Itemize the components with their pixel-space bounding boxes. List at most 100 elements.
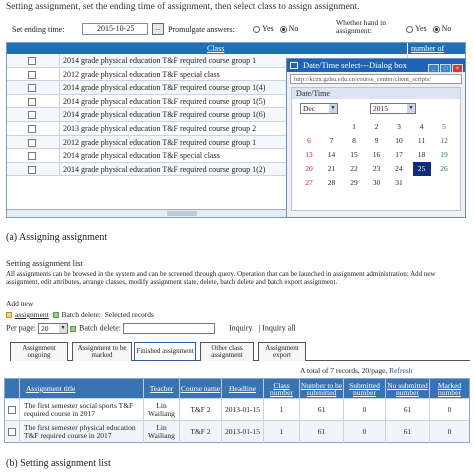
calendar-day[interactable]: 26 bbox=[435, 162, 453, 176]
column-header[interactable]: Marked number bbox=[429, 379, 469, 398]
refresh-link[interactable]: Refresh bbox=[389, 366, 412, 375]
row-checkbox[interactable] bbox=[8, 406, 16, 414]
calendar-day[interactable]: 3 bbox=[390, 120, 408, 134]
tab-assignment-ongoing[interactable]: Assignment ongoing bbox=[10, 342, 68, 361]
dialog-title-bar[interactable]: Date/Time select---Dialog box _ □ × bbox=[287, 59, 465, 73]
calendar-day[interactable]: 31 bbox=[390, 176, 408, 190]
class-column-header[interactable]: Class bbox=[207, 44, 224, 53]
calendar-day[interactable]: 28 bbox=[323, 176, 341, 190]
assignment-table: Assignment title Teacher Course name Headli… bbox=[4, 378, 470, 443]
calendar-day[interactable]: 4 bbox=[413, 120, 431, 134]
calendar-day[interactable]: 7 bbox=[323, 134, 341, 148]
whether-hand-in-label: Whether hand in assignment: bbox=[336, 18, 386, 35]
chevron-down-icon: ▼ bbox=[329, 104, 337, 113]
promulgate-no-radio[interactable] bbox=[279, 25, 287, 33]
cell-headline: 2013-01-15 bbox=[221, 421, 263, 443]
calendar-day[interactable]: 27 bbox=[300, 176, 318, 190]
calendar-button[interactable]: ... bbox=[152, 23, 164, 35]
class-checkbox[interactable] bbox=[28, 57, 36, 65]
row-checkbox[interactable] bbox=[8, 428, 16, 436]
tab-other-class-assignment[interactable]: Other class assignment bbox=[200, 342, 254, 361]
minimize-icon[interactable]: _ bbox=[428, 64, 439, 73]
tab-assignment-export[interactable]: Assignment export bbox=[258, 342, 306, 361]
cell-marked: 0 bbox=[429, 399, 469, 421]
calendar-day[interactable]: 14 bbox=[323, 148, 341, 162]
column-header[interactable]: Headline bbox=[221, 379, 263, 398]
calendar-day[interactable]: 21 bbox=[323, 162, 341, 176]
class-checkbox[interactable] bbox=[28, 111, 36, 120]
calendar-day[interactable]: 8 bbox=[345, 134, 363, 148]
add-new-line2[interactable]: assignment bbox=[15, 310, 49, 319]
calendar-day[interactable]: 2 bbox=[368, 120, 386, 134]
calendar-day[interactable]: 22 bbox=[345, 162, 363, 176]
promulgate-yes-radio[interactable] bbox=[253, 25, 260, 33]
column-header[interactable]: No submitted number bbox=[385, 379, 429, 398]
ending-time-input[interactable]: 2015-10-25 bbox=[82, 23, 148, 35]
year-select[interactable]: 2015 ▼ bbox=[370, 103, 416, 114]
column-header[interactable]: Number to be submitted bbox=[299, 379, 343, 398]
cell-teacher: Lin Wailiang bbox=[143, 421, 179, 443]
tab-finished-assignment[interactable]: Finished assignment bbox=[134, 342, 196, 361]
class-checkbox[interactable] bbox=[28, 138, 36, 147]
calendar-day[interactable]: 18 bbox=[413, 148, 431, 162]
cell-title[interactable]: The first semester physical education T&… bbox=[19, 421, 143, 443]
calendar-day[interactable]: 29 bbox=[345, 176, 363, 190]
calendar-day[interactable]: 5 bbox=[435, 120, 453, 134]
ending-time-row: Set ending time: 2015-10-25 ... Promulga… bbox=[6, 18, 464, 40]
close-icon[interactable]: × bbox=[452, 64, 463, 73]
calendar-day[interactable]: 23 bbox=[368, 162, 386, 176]
selected-records-link[interactable]: Selected records bbox=[105, 310, 154, 319]
class-checkbox[interactable] bbox=[28, 152, 36, 161]
class-checkbox[interactable] bbox=[28, 97, 36, 106]
calendar-day[interactable]: 17 bbox=[390, 148, 408, 162]
class-name: 2014 grade physical education T&F requir… bbox=[63, 110, 266, 120]
class-checkbox[interactable] bbox=[28, 165, 36, 174]
per-page-select[interactable]: 20 ▼ bbox=[38, 323, 68, 334]
calendar-day[interactable]: 11 bbox=[413, 134, 431, 148]
calendar-day[interactable]: 19 bbox=[435, 148, 453, 162]
cell-class-number: 1 bbox=[263, 421, 299, 443]
list-description: All assignments can be browsed in the sy… bbox=[6, 270, 436, 286]
cell-to-submit: 61 bbox=[299, 399, 343, 421]
calendar-day[interactable]: 16 bbox=[368, 148, 386, 162]
column-header[interactable]: Class number bbox=[263, 379, 299, 398]
column-header[interactable]: Submitted number bbox=[343, 379, 385, 398]
class-name: 2014 grade physical education T&F requir… bbox=[63, 56, 257, 65]
calendar-day[interactable]: 12 bbox=[435, 134, 453, 148]
calendar-day[interactable]: 1 bbox=[345, 120, 363, 134]
column-header[interactable]: Assignment title bbox=[19, 379, 143, 398]
month-select[interactable]: Dec ▼ bbox=[300, 103, 338, 114]
inquiry-button[interactable]: Inquiry bbox=[229, 323, 253, 332]
calendar-day[interactable]: 25 bbox=[412, 162, 431, 176]
calendar-day[interactable]: 15 bbox=[345, 148, 363, 162]
column-header[interactable]: Course name bbox=[179, 379, 221, 398]
table-row[interactable]: The first semester physical education T&… bbox=[5, 420, 469, 443]
maximize-icon[interactable]: □ bbox=[440, 64, 451, 73]
calendar-day[interactable]: 24 bbox=[390, 162, 408, 176]
class-checkbox[interactable] bbox=[28, 70, 36, 79]
caption-b: (b) Setting assignment list bbox=[6, 458, 111, 469]
hand-in-options: Yes No bbox=[402, 24, 451, 33]
column-header[interactable]: Teacher bbox=[143, 379, 179, 398]
calendar-day[interactable]: 9 bbox=[368, 134, 386, 148]
cell-course: T&F 2 bbox=[179, 399, 221, 421]
tab-assignment-to-be-marked[interactable]: Assignment to be marked bbox=[72, 342, 132, 361]
table-row[interactable]: The first semester social sports T&F req… bbox=[5, 398, 469, 421]
calendar-day[interactable]: 6 bbox=[300, 134, 318, 148]
hand-in-no-radio[interactable] bbox=[432, 25, 440, 33]
calendar-day[interactable]: 20 bbox=[300, 162, 318, 176]
batch-delete-input[interactable] bbox=[122, 323, 215, 334]
add-new-assignment-button[interactable]: Add new bbox=[6, 300, 33, 308]
calendar-day[interactable]: 30 bbox=[368, 176, 386, 190]
hand-in-yes-radio[interactable] bbox=[406, 25, 413, 33]
assignment-tabs: Assignment ongoing Assignment to be mark… bbox=[10, 342, 470, 361]
calendar-day[interactable]: 13 bbox=[300, 148, 318, 162]
calendar: Date/Time Dec ▼ 2015 ▼ 1 2 3 4 5 6 7 8 9 10 11 12 13 14… bbox=[291, 87, 461, 211]
batch-delete-label[interactable]: Batch delete: bbox=[62, 310, 101, 319]
inquiry-all-button[interactable]: Inquiry all bbox=[262, 323, 296, 332]
class-checkbox[interactable] bbox=[28, 84, 36, 93]
class-checkbox[interactable] bbox=[28, 124, 36, 133]
calendar-day[interactable]: 10 bbox=[390, 134, 408, 148]
cell-title[interactable]: The first semester social sports T&F req… bbox=[19, 399, 143, 421]
list-title: Setting assignment list bbox=[6, 258, 83, 268]
